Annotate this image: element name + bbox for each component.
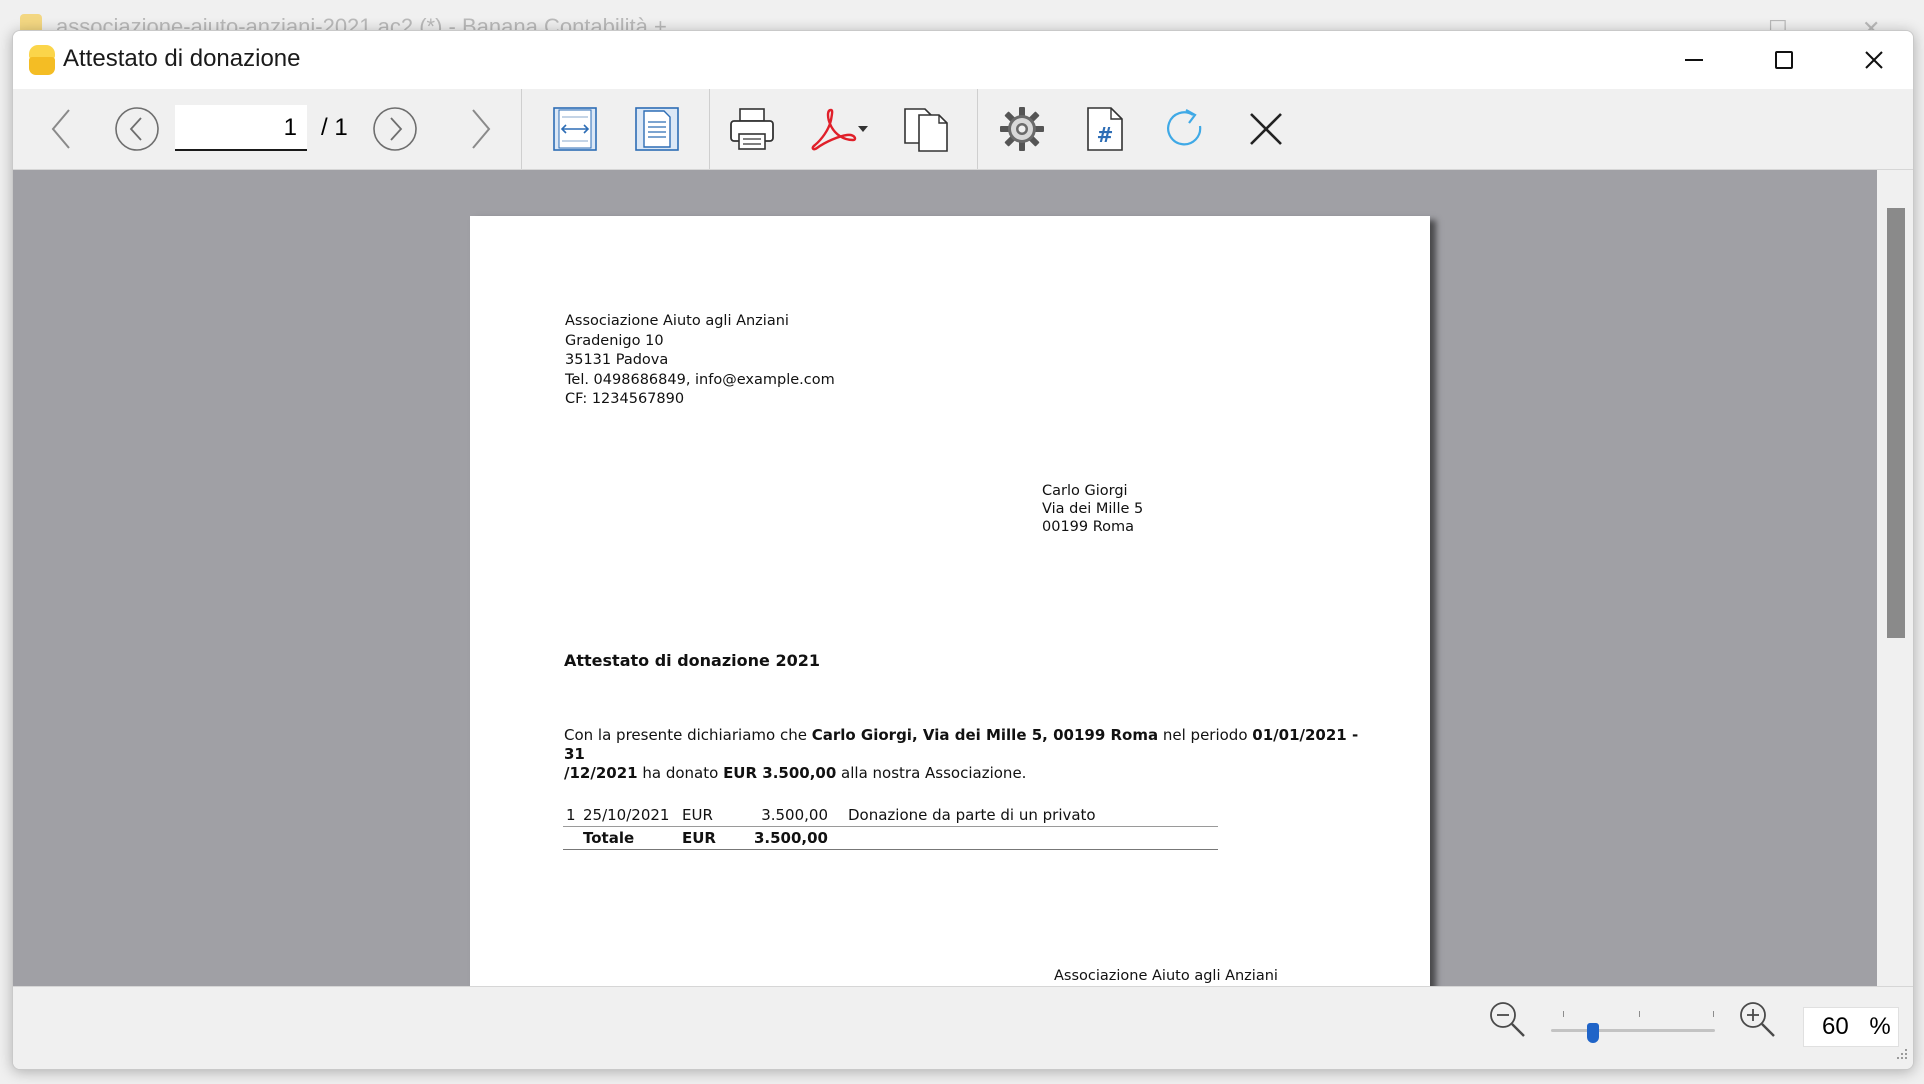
export-pdf-button[interactable] bbox=[799, 89, 879, 169]
zoom-value: 60 bbox=[1822, 1013, 1849, 1040]
refresh-button[interactable] bbox=[1153, 89, 1217, 169]
fit-width-button[interactable] bbox=[541, 89, 609, 169]
recipient-street: Via dei Mille 5 bbox=[1042, 501, 1144, 517]
slider-tick bbox=[1713, 1011, 1714, 1017]
total-amount: 3.500,00 bbox=[744, 826, 828, 850]
last-page-button[interactable] bbox=[457, 89, 503, 169]
slider-tick bbox=[1563, 1011, 1564, 1017]
donations-table: 1 25/10/2021 EUR 3.500,00 Donazione da p… bbox=[563, 804, 1218, 850]
body-text-part: nel periodo bbox=[1158, 726, 1253, 744]
row-description: Donazione da parte di un privato bbox=[848, 804, 1218, 827]
fit-width-icon bbox=[553, 107, 597, 151]
fit-page-button[interactable] bbox=[623, 89, 691, 169]
toolbar: 1 / 1 # bbox=[13, 89, 1913, 170]
vertical-scrollbar[interactable] bbox=[1877, 170, 1913, 986]
pdf-icon bbox=[811, 108, 857, 151]
row-amount: 3.500,00 bbox=[744, 804, 828, 827]
zoom-out-icon bbox=[1490, 1002, 1525, 1037]
previous-page-button[interactable] bbox=[109, 89, 165, 169]
refresh-icon bbox=[1167, 109, 1202, 146]
row-number: 1 bbox=[563, 804, 583, 827]
document-page: Associazione Aiuto agli Anziani Gradenig… bbox=[470, 216, 1430, 986]
body-text-part: Con la presente dichiariamo che bbox=[564, 726, 812, 744]
circle-prev-icon bbox=[115, 107, 159, 151]
scrollbar-thumb[interactable] bbox=[1887, 208, 1905, 638]
next-page-button[interactable] bbox=[367, 89, 423, 169]
print-icon bbox=[730, 108, 774, 150]
settings-icon bbox=[1000, 107, 1044, 151]
period-end: /12/2021 bbox=[564, 764, 638, 782]
fit-page-icon bbox=[635, 107, 679, 151]
close-button[interactable] bbox=[1829, 31, 1913, 89]
first-page-button[interactable] bbox=[39, 89, 85, 169]
maximize-button[interactable] bbox=[1739, 31, 1829, 89]
body-text-part: ha donato bbox=[637, 764, 724, 782]
zoom-out-button[interactable] bbox=[1487, 999, 1527, 1044]
svg-text:#: # bbox=[1097, 123, 1114, 147]
close-preview-button[interactable] bbox=[1235, 89, 1297, 169]
close-icon bbox=[1250, 113, 1282, 145]
row-currency: EUR bbox=[682, 804, 744, 827]
recipient-name: Carlo Giorgi bbox=[1042, 483, 1128, 499]
copy-button[interactable] bbox=[891, 89, 961, 169]
page-number-input[interactable]: 1 bbox=[175, 105, 307, 151]
maximize-icon bbox=[1775, 51, 1793, 69]
chevron-left-icon bbox=[51, 109, 70, 149]
sender-name: Associazione Aiuto agli Anziani bbox=[565, 313, 789, 329]
minimize-button[interactable] bbox=[1649, 31, 1739, 89]
document-title: Attestato di donazione 2021 bbox=[564, 651, 820, 670]
page-total: / 1 bbox=[321, 114, 348, 141]
zoom-input[interactable]: 60 % bbox=[1803, 1007, 1899, 1047]
title-bar: Attestato di donazione bbox=[13, 31, 1913, 89]
chevron-right-icon bbox=[472, 109, 491, 149]
document-viewer[interactable]: Associazione Aiuto agli Anziani Gradenig… bbox=[13, 170, 1913, 986]
page-numbering-button[interactable]: # bbox=[1073, 89, 1137, 169]
settings-button[interactable] bbox=[989, 89, 1055, 169]
slider-track bbox=[1551, 1029, 1715, 1032]
zoom-unit: % bbox=[1869, 1013, 1891, 1040]
print-button[interactable] bbox=[719, 89, 785, 169]
donation-certificate-dialog: Attestato di donazione 1 / 1 # Associazi… bbox=[12, 30, 1914, 1070]
copy-icon bbox=[904, 108, 948, 152]
slider-tick bbox=[1639, 1011, 1640, 1017]
minimize-icon bbox=[1685, 59, 1703, 61]
zoom-slider[interactable] bbox=[1541, 1009, 1717, 1049]
sender-city: 35131 Padova bbox=[565, 352, 669, 368]
declaration-text: Con la presente dichiariamo che Carlo Gi… bbox=[564, 726, 1359, 783]
sender-cf: CF: 1234567890 bbox=[565, 391, 685, 407]
sender-street: Gradenigo 10 bbox=[565, 332, 664, 349]
sender-address: Associazione Aiuto agli Anziani Gradenig… bbox=[565, 312, 835, 410]
row-date: 25/10/2021 bbox=[583, 804, 682, 827]
zoom-in-button[interactable] bbox=[1737, 999, 1777, 1044]
zoom-in-icon bbox=[1740, 1002, 1775, 1037]
status-bar: 60 % bbox=[13, 986, 1913, 1069]
toolbar-separator bbox=[977, 89, 978, 169]
table-row: 1 25/10/2021 EUR 3.500,00 Donazione da p… bbox=[563, 804, 1218, 827]
total-currency: EUR bbox=[682, 826, 744, 850]
recipient-address: Carlo Giorgi Via dei Mille 5 00199 Roma bbox=[1042, 482, 1143, 536]
toolbar-separator bbox=[709, 89, 710, 169]
total-row: Totale EUR 3.500,00 bbox=[563, 826, 1218, 850]
donor-info: Carlo Giorgi, Via dei Mille 5, 00199 Rom… bbox=[811, 726, 1159, 744]
resize-grip-icon[interactable] bbox=[1895, 1047, 1909, 1066]
total-label: Totale bbox=[583, 826, 682, 850]
slider-handle[interactable] bbox=[1587, 1023, 1599, 1043]
sender-contact: Tel. 0498686849, info@example.com bbox=[565, 371, 835, 388]
close-icon bbox=[1865, 51, 1883, 69]
circle-next-icon bbox=[373, 107, 417, 151]
app-logo-icon bbox=[29, 45, 55, 75]
signature: Associazione Aiuto agli Anziani bbox=[1054, 968, 1278, 984]
dropdown-arrow-icon bbox=[858, 126, 868, 132]
recipient-city: 00199 Roma bbox=[1042, 519, 1135, 535]
toolbar-separator bbox=[521, 89, 522, 169]
donated-amount: EUR 3.500,00 bbox=[723, 764, 837, 782]
hash-icon: # bbox=[1087, 107, 1123, 151]
body-text-part: alla nostra Associazione. bbox=[836, 764, 1027, 782]
dialog-title: Attestato di donazione bbox=[63, 45, 301, 72]
